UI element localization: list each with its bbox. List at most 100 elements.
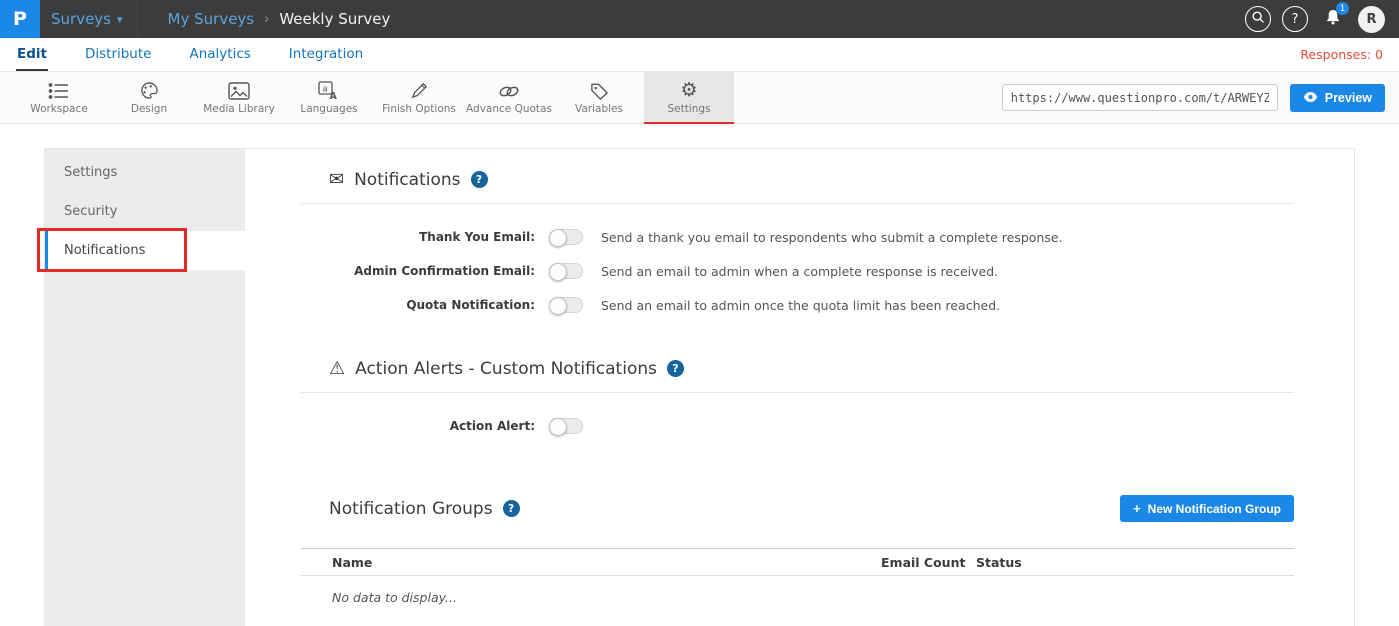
admin-confirmation-email-toggle[interactable] <box>549 263 583 279</box>
survey-tabs: Edit Distribute Analytics Integration <box>16 38 364 71</box>
toolbar-item-finish-options[interactable]: Finish Options <box>374 72 464 123</box>
sidebar-item-security[interactable]: Security <box>45 192 245 231</box>
help-icon[interactable]: ? <box>503 500 520 517</box>
column-header-email-count: Email Count <box>881 555 976 570</box>
row-label: Quota Notification: <box>301 298 549 312</box>
tag-icon <box>590 80 609 100</box>
tab-edit[interactable]: Edit <box>16 38 48 71</box>
toolbar-item-settings[interactable]: ⚙ Settings <box>644 72 734 123</box>
eye-icon <box>1303 91 1318 105</box>
toggle-row-admin-confirmation-email: Admin Confirmation Email: Send an email … <box>301 254 1294 288</box>
notification-count-badge: 1 <box>1336 2 1349 15</box>
warning-icon: ⚠ <box>329 358 345 379</box>
table-header-row: Name Email Count Status <box>301 548 1294 576</box>
help-icon[interactable]: ? <box>471 171 488 188</box>
toolbar-item-media-library[interactable]: Media Library <box>194 72 284 123</box>
svg-text:A: A <box>330 91 338 100</box>
tab-distribute[interactable]: Distribute <box>84 38 153 71</box>
toolbar-label: Media Library <box>203 103 275 115</box>
column-header-status: Status <box>976 555 1294 570</box>
new-notification-group-button[interactable]: + New Notification Group <box>1120 495 1294 522</box>
chain-link-icon <box>498 80 520 100</box>
breadcrumb-my-surveys[interactable]: My Surveys <box>168 10 255 28</box>
tab-analytics[interactable]: Analytics <box>188 38 251 71</box>
section-divider <box>301 203 1294 204</box>
question-icon: ? <box>1292 12 1299 27</box>
help-icon[interactable]: ? <box>667 360 684 377</box>
help-button[interactable]: ? <box>1282 6 1308 32</box>
notification-groups-header: Notification Groups ? + New Notification… <box>301 495 1294 522</box>
breadcrumb-current: Weekly Survey <box>279 10 390 28</box>
notifications-section-header: ✉ Notifications ? <box>329 169 1294 190</box>
action-alert-rows: Action Alert: <box>301 409 1294 443</box>
topbar-actions: ? 1 R <box>1245 5 1399 33</box>
notifications-button[interactable]: 1 <box>1319 5 1347 33</box>
product-switcher[interactable]: P Surveys ▾ <box>0 0 138 38</box>
questionpro-logo[interactable]: P <box>0 0 40 38</box>
chevron-down-icon: ▾ <box>117 13 123 26</box>
envelope-icon: ✉ <box>329 169 344 190</box>
tab-integration[interactable]: Integration <box>288 38 364 71</box>
toggle-row-thank-you-email: Thank You Email: Send a thank you email … <box>301 220 1294 254</box>
palette-icon <box>139 80 160 100</box>
row-description: Send an email to admin once the quota li… <box>601 298 1000 313</box>
content-area: Settings Security Notifications ✉ Notifi… <box>0 124 1399 626</box>
settings-sidebar: Settings Security Notifications <box>45 149 245 626</box>
toolbar-label: Workspace <box>30 103 87 115</box>
row-label: Admin Confirmation Email: <box>301 264 549 278</box>
toolbar-label: Advance Quotas <box>466 103 552 115</box>
toolbar-item-workspace[interactable]: Workspace <box>14 72 104 123</box>
languages-icon: aA <box>318 80 340 100</box>
section-title: Action Alerts - Custom Notifications <box>355 359 657 379</box>
gear-icon: ⚙ <box>680 80 697 100</box>
empty-table-message: No data to display... <box>301 576 1294 605</box>
section-title: Notifications <box>354 170 460 190</box>
action-alerts-section-header: ⚠ Action Alerts - Custom Notifications ? <box>329 358 1294 379</box>
product-name: Surveys <box>51 10 111 28</box>
preview-label: Preview <box>1325 91 1372 105</box>
toolbar-item-variables[interactable]: Variables <box>554 72 644 123</box>
plus-icon: + <box>1133 501 1141 516</box>
topbar: P Surveys ▾ My Surveys › Weekly Survey ?… <box>0 0 1399 38</box>
row-label: Action Alert: <box>301 419 549 433</box>
avatar-initial: R <box>1366 12 1376 27</box>
edit-toolbar: Workspace Design Media Library aA Langua… <box>0 72 1399 124</box>
action-alert-toggle[interactable] <box>549 418 583 434</box>
notifications-main: ✉ Notifications ? Thank You Email: Send … <box>245 149 1354 626</box>
logo-letter: P <box>13 8 27 30</box>
sidebar-item-label: Security <box>64 204 117 219</box>
column-header-name: Name <box>301 555 881 570</box>
preview-button[interactable]: Preview <box>1290 84 1385 112</box>
toolbar-item-advance-quotas[interactable]: Advance Quotas <box>464 72 554 123</box>
thank-you-email-toggle[interactable] <box>549 229 583 245</box>
toolbar-item-languages[interactable]: aA Languages <box>284 72 374 123</box>
avatar[interactable]: R <box>1358 6 1385 33</box>
toolbar-item-design[interactable]: Design <box>104 72 194 123</box>
sidebar-item-label: Notifications <box>64 243 145 258</box>
toolbar-label: Design <box>131 103 167 115</box>
toolbar-label: Variables <box>575 103 623 115</box>
pen-icon <box>410 80 429 100</box>
survey-navbar: Edit Distribute Analytics Integration Re… <box>0 38 1399 72</box>
section-divider <box>301 392 1294 393</box>
row-description: Send an email to admin when a complete r… <box>601 264 998 279</box>
toolbar-label: Settings <box>667 103 710 115</box>
quota-notification-toggle[interactable] <box>549 297 583 313</box>
survey-url-input[interactable] <box>1002 84 1278 111</box>
row-description: Send a thank you email to respondents wh… <box>601 230 1063 245</box>
search-button[interactable] <box>1245 6 1271 32</box>
sidebar-item-settings[interactable]: Settings <box>45 153 245 192</box>
notification-groups-table: Name Email Count Status No data to displ… <box>301 548 1294 605</box>
responses-count: Responses: 0 <box>1300 47 1383 62</box>
toggle-row-action-alert: Action Alert: <box>301 409 1294 443</box>
new-group-label: New Notification Group <box>1148 502 1281 516</box>
toolbar-label: Languages <box>300 103 357 115</box>
search-icon <box>1251 10 1265 28</box>
toolbar-right: Preview <box>1002 72 1399 123</box>
section-title: Notification Groups <box>329 499 493 519</box>
workspace-list-icon <box>48 80 70 100</box>
image-icon <box>228 80 250 100</box>
svg-text:a: a <box>322 85 328 95</box>
breadcrumb-separator-icon: › <box>264 12 269 27</box>
sidebar-item-notifications[interactable]: Notifications <box>45 231 245 270</box>
